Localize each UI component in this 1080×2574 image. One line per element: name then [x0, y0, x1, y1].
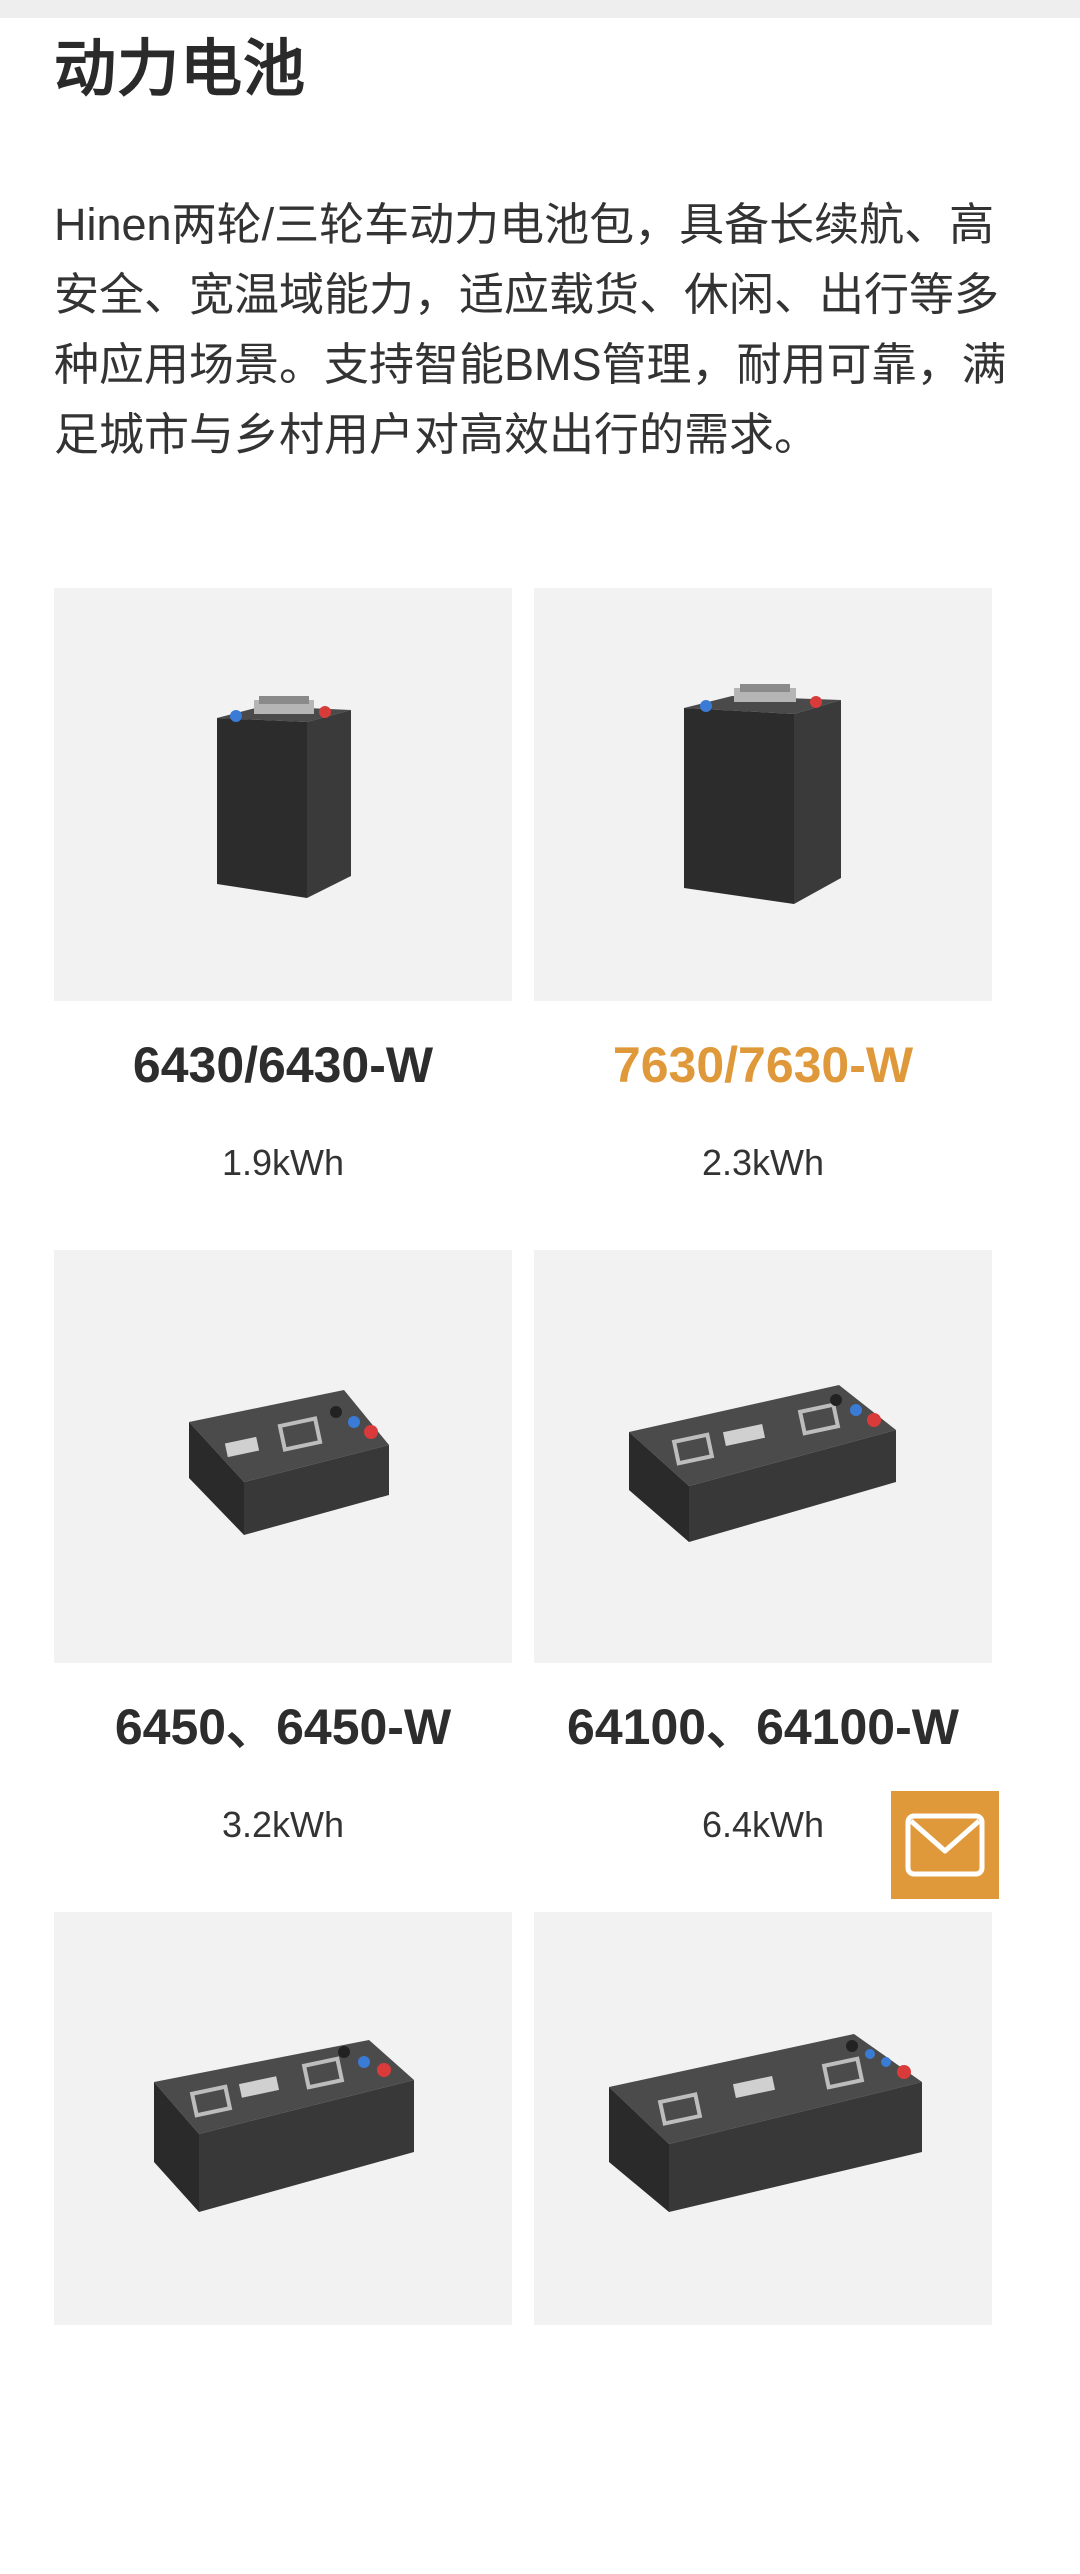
product-card[interactable]: 6430/6430-W 1.9kWh [54, 588, 512, 1250]
product-model: 6430/6430-W [132, 1037, 434, 1093]
product-image [54, 1912, 512, 2325]
top-bar [0, 0, 1080, 18]
product-capacity: 2.3kWh [701, 1142, 825, 1183]
mail-icon [905, 1813, 985, 1877]
battery-tall-icon [684, 684, 841, 904]
product-image [54, 588, 512, 1001]
product-model: 64100、64100-W [567, 1699, 959, 1755]
product-image [534, 1912, 992, 2325]
product-capacity: 3.2kWh [221, 1804, 345, 1845]
product-image [534, 588, 992, 1001]
battery-flat-icon [609, 2034, 922, 2212]
battery-flat-icon [154, 2040, 414, 2212]
page-description: Hinen两轮/三轮车动力电池包，具备长续航、高安全、宽温域能力，适应载货、休闲… [54, 199, 1007, 460]
battery-tall-icon [217, 696, 351, 898]
battery-flat-icon [629, 1385, 896, 1542]
page-title: 动力电池 [54, 35, 307, 104]
product-card[interactable]: 6450、6450-W 3.2kWh [54, 1250, 512, 1912]
product-card[interactable] [534, 1912, 992, 2574]
product-model: 7630/7630-W [612, 1037, 914, 1093]
contact-mail-button[interactable] [891, 1791, 999, 1899]
product-card[interactable]: 7630/7630-W 2.3kWh [534, 588, 992, 1250]
product-model: 6450、6450-W [114, 1699, 452, 1755]
product-image [534, 1250, 992, 1663]
battery-flat-icon [189, 1390, 389, 1535]
product-card[interactable] [54, 1912, 512, 2574]
product-image [54, 1250, 512, 1663]
product-grid: 6430/6430-W 1.9kWh 7630/7630-W 2.3kWh 64… [54, 588, 994, 2574]
product-capacity: 1.9kWh [221, 1142, 345, 1183]
